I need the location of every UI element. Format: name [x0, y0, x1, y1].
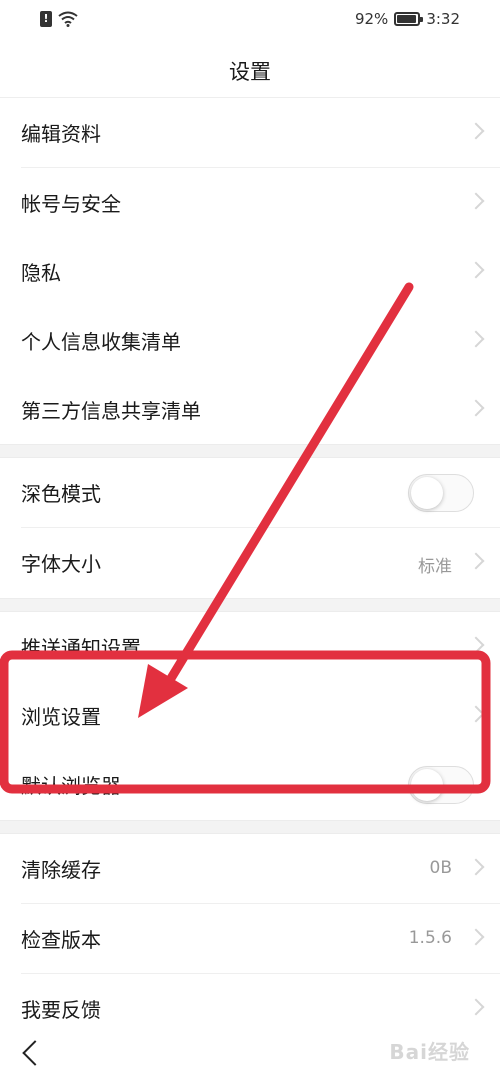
page-title: 设置 — [229, 60, 271, 84]
chevron-right-icon — [467, 998, 485, 1016]
clock: 3:32 — [426, 10, 460, 28]
settings-item-label: 字体大小 — [21, 552, 101, 576]
settings-item-label: 浏览设置 — [21, 705, 101, 729]
settings-item-check-version[interactable]: 检查版本 1.5.6 — [0, 904, 500, 974]
settings-item-label: 默认浏览器 — [21, 774, 121, 798]
font-size-value: 标准 — [418, 557, 452, 577]
chevron-right-icon — [467, 705, 485, 723]
chevron-right-icon — [467, 858, 485, 876]
settings-item-font-size[interactable]: 字体大小 标准 — [0, 528, 500, 598]
settings-item-label: 检查版本 — [21, 928, 101, 952]
settings-item-clear-cache[interactable]: 清除缓存 0B — [0, 834, 500, 904]
title-bar: 设置 — [0, 40, 500, 98]
dark-mode-toggle[interactable] — [408, 474, 474, 512]
version-value: 1.5.6 — [408, 928, 452, 948]
settings-item-label: 第三方信息共享清单 — [21, 399, 201, 423]
battery-percent: 92% — [354, 10, 389, 28]
settings-item-edit-profile[interactable]: 编辑资料 — [0, 98, 500, 168]
settings-item-label: 帐号与安全 — [21, 192, 121, 216]
section-separator — [0, 820, 500, 834]
cache-size-value: 0B — [429, 858, 452, 878]
chevron-right-icon — [467, 552, 485, 570]
settings-item-push-notifications[interactable]: 推送通知设置 — [0, 612, 500, 682]
wifi-icon — [58, 11, 78, 27]
settings-item-account-security[interactable]: 帐号与安全 — [0, 168, 500, 238]
settings-item-third-party-sharing[interactable]: 第三方信息共享清单 — [0, 375, 500, 445]
chevron-right-icon — [467, 122, 485, 140]
sim-alert-icon: ! — [40, 11, 52, 27]
settings-item-label: 编辑资料 — [21, 122, 101, 146]
settings-item-label: 推送通知设置 — [21, 636, 141, 660]
default-browser-toggle[interactable] — [408, 766, 474, 804]
settings-item-label: 个人信息收集清单 — [21, 330, 181, 354]
status-bar: ! 92% 3:32 — [0, 0, 500, 40]
settings-item-privacy[interactable]: 隐私 — [0, 237, 500, 307]
status-left-icons: ! — [40, 11, 78, 27]
chevron-right-icon — [467, 261, 485, 279]
chevron-right-icon — [467, 192, 485, 210]
settings-item-personal-info-list[interactable]: 个人信息收集清单 — [0, 306, 500, 376]
status-right: 92% 3:32 — [355, 10, 460, 28]
section-separator — [0, 598, 500, 612]
settings-item-label: 深色模式 — [21, 482, 101, 506]
settings-item-dark-mode: 深色模式 — [0, 458, 500, 528]
watermark: Bai经验 — [389, 1040, 470, 1064]
section-separator — [0, 444, 500, 458]
toggle-knob — [411, 769, 443, 801]
chevron-right-icon — [467, 330, 485, 348]
battery-fill — [397, 15, 416, 23]
settings-item-label: 我要反馈 — [21, 998, 101, 1022]
settings-item-label: 清除缓存 — [21, 858, 101, 882]
battery-icon — [394, 12, 424, 26]
toggle-knob — [411, 477, 443, 509]
settings-item-default-browser: 默认浏览器 — [0, 750, 500, 820]
settings-item-label: 隐私 — [21, 261, 61, 285]
chevron-right-icon — [467, 399, 485, 417]
chevron-left-icon[interactable] — [22, 1040, 48, 1066]
chevron-right-icon — [467, 928, 485, 946]
chevron-right-icon — [467, 636, 485, 654]
settings-item-browse-settings[interactable]: 浏览设置 — [0, 681, 500, 751]
